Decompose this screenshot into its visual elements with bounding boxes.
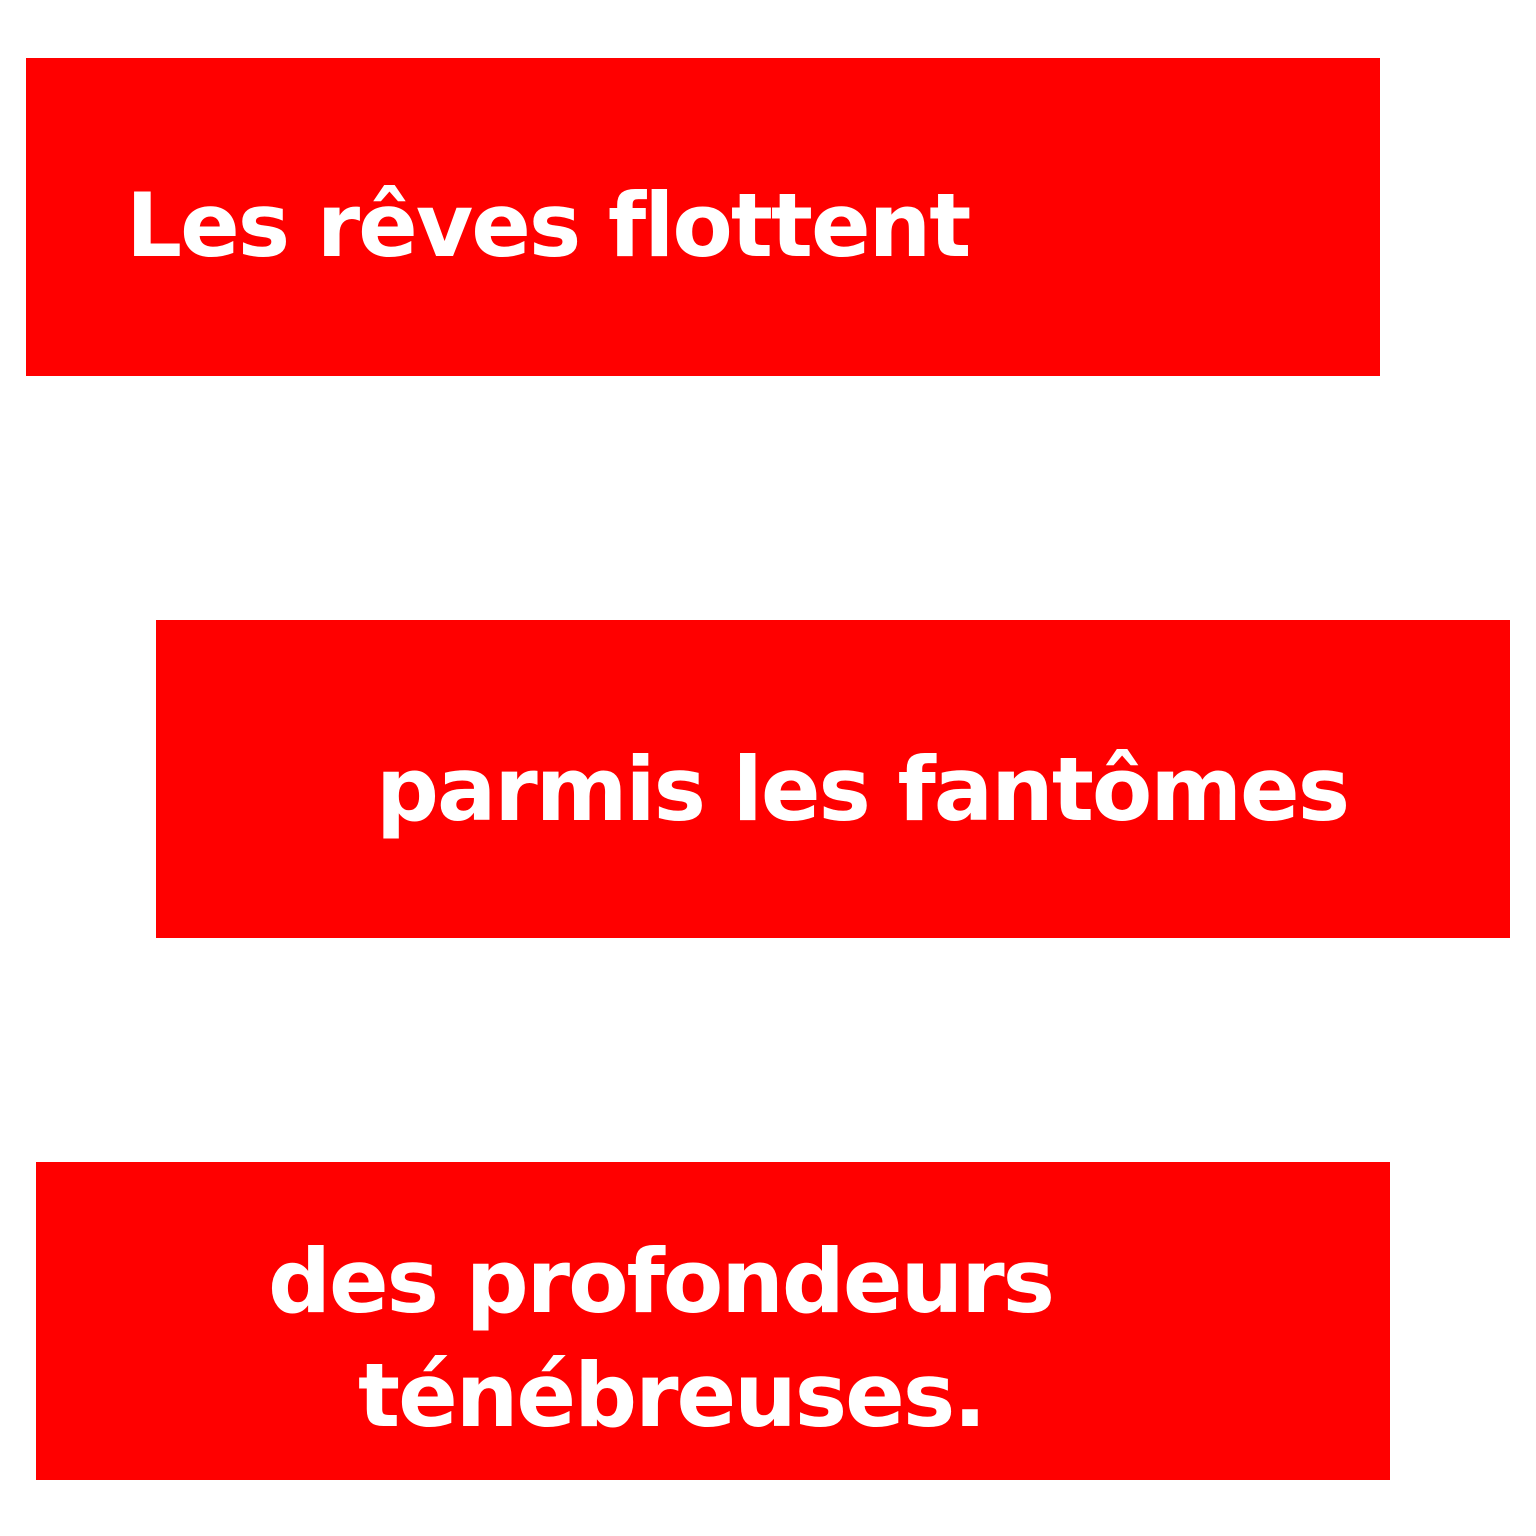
banner-1-line-1: Les rêves flottent xyxy=(126,174,971,277)
text-banner-2: parmis les fantômes xyxy=(156,620,1510,938)
banner-3-line-1: des profondeurs xyxy=(268,1230,1055,1333)
banner-3-line-2: ténébreuses. xyxy=(358,1344,987,1447)
text-banner-3: des profondeurs ténébreuses. xyxy=(36,1162,1390,1480)
text-banner-1: Les rêves flottent xyxy=(26,58,1380,376)
banner-2-line-1: parmis les fantômes xyxy=(376,738,1350,841)
